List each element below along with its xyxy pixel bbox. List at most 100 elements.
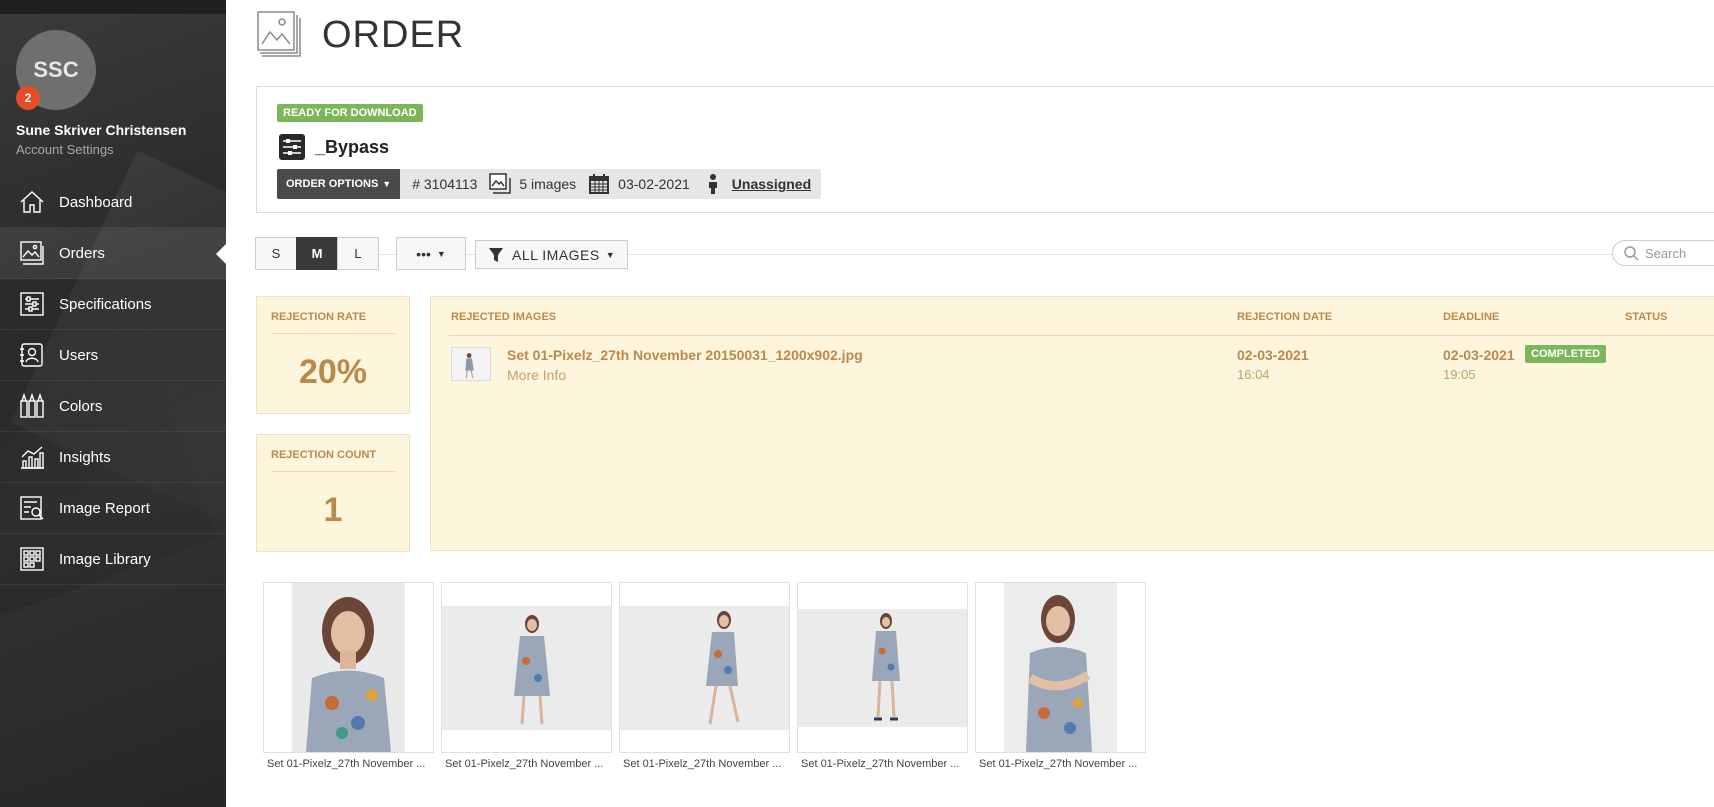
sidebar-item-label: Dashboard <box>59 193 133 211</box>
calendar-icon <box>589 174 610 194</box>
sidebar-nav: Dashboard Orders Specifications Users Co… <box>0 177 226 585</box>
sidebar-item-orders[interactable]: Orders <box>0 228 226 279</box>
sidebar-item-users[interactable]: Users <box>0 330 226 381</box>
sidebar-item-label: Image Report <box>59 499 150 517</box>
deadline-date-value: 02-03-2021 <box>1443 347 1515 363</box>
account-settings-link[interactable]: Account Settings <box>16 142 114 157</box>
specification-icon <box>279 134 305 160</box>
user-name: Sune Skriver Christensen <box>16 122 187 138</box>
thumbnail-caption: Set 01-Pixelz_27th November ... <box>801 758 960 770</box>
status-badge: COMPLETED <box>1525 345 1607 363</box>
image-grid: Set 01-Pixelz_27th November ... Set 01-P… <box>263 582 1153 770</box>
more-options-button[interactable]: ••• ▼ <box>396 237 466 270</box>
ready-for-download-badge: READY FOR DOWNLOAD <box>277 104 423 122</box>
thumbnail-caption: Set 01-Pixelz_27th November ... <box>267 758 426 770</box>
users-icon <box>18 341 46 369</box>
image-thumbnail[interactable]: Set 01-Pixelz_27th November ... <box>263 582 434 770</box>
images-icon <box>489 173 512 194</box>
rejected-file-name[interactable]: Set 01-Pixelz_27th November 20150031_120… <box>507 347 863 363</box>
thumbnail-size-group: S M L <box>255 237 379 270</box>
image-thumbnail[interactable]: Set 01-Pixelz_27th November ... <box>441 582 612 770</box>
model-photo <box>292 583 405 752</box>
filter-label: ALL IMAGES <box>512 246 600 263</box>
rejection-rate-card: REJECTION RATE 20% <box>256 296 410 414</box>
sidebar-item-label: Users <box>59 346 99 364</box>
more-dots-icon: ••• <box>416 245 431 262</box>
notification-badge[interactable]: 2 <box>16 86 40 110</box>
order-options-button[interactable]: ORDER OPTIONS ▼ <box>277 169 401 199</box>
thumbnail-caption: Set 01-Pixelz_27th November ... <box>623 758 782 770</box>
search-icon <box>1624 246 1639 261</box>
caret-down-icon: ▼ <box>605 249 616 260</box>
order-images-text: 5 images <box>519 176 577 192</box>
filter-all-images-button[interactable]: ALL IMAGES ▼ <box>475 240 629 269</box>
size-m-button[interactable]: M <box>296 237 338 270</box>
order-assignee[interactable]: Unassigned <box>702 173 821 195</box>
sidebar: SSC 2 Sune Skriver Christensen Account S… <box>0 0 226 807</box>
sidebar-item-label: Insights <box>59 448 111 466</box>
caret-down-icon: ▼ <box>382 179 392 189</box>
model-photo <box>1004 583 1117 752</box>
orders-icon <box>18 239 46 267</box>
order-options-label: ORDER OPTIONS <box>286 178 379 190</box>
size-l-button[interactable]: L <box>337 237 379 270</box>
insights-icon <box>18 443 46 471</box>
rejection-rate-value: 20% <box>298 353 368 391</box>
model-photo <box>620 605 789 730</box>
order-meta-bar: ORDER OPTIONS ▼ # 3104113 5 images 03-02… <box>277 169 822 199</box>
size-s-button[interactable]: S <box>255 237 297 270</box>
sidebar-item-label: Specifications <box>59 295 152 313</box>
sidebar-item-colors[interactable]: Colors <box>0 381 226 432</box>
gallery-icon <box>256 10 302 60</box>
rejection-rate-label: REJECTION RATE <box>271 311 367 323</box>
more-info-link[interactable]: More Info <box>507 367 566 383</box>
rejected-image-thumbnail[interactable] <box>451 347 491 381</box>
rejection-count-value: 1 <box>323 491 343 529</box>
search-input[interactable]: Search <box>1612 240 1714 266</box>
thumbnail-caption: Set 01-Pixelz_27th November ... <box>979 758 1138 770</box>
sidebar-item-image-library[interactable]: Image Library <box>0 534 226 585</box>
rejection-count-label: REJECTION COUNT <box>271 449 377 461</box>
sidebar-item-insights[interactable]: Insights <box>0 432 226 483</box>
image-thumbnail[interactable]: Set 01-Pixelz_27th November ... <box>619 582 790 770</box>
page-title: ORDER <box>322 14 465 56</box>
sidebar-item-label: Image Library <box>59 550 151 568</box>
main-content: ORDER READY FOR DOWNLOAD _Bypass ORDER O… <box>226 0 1714 807</box>
header-status: STATUS <box>1625 311 1668 323</box>
assignee-link[interactable]: Unassigned <box>732 176 811 192</box>
order-date: 03-02-2021 <box>588 173 690 195</box>
rejection-time-value: 16:04 <box>1237 367 1270 382</box>
order-number-text: # 3104113 <box>412 176 478 192</box>
person-icon <box>708 174 717 194</box>
rejection-count-card: REJECTION COUNT 1 <box>256 434 410 552</box>
header-deadline: DEADLINE <box>1443 311 1500 323</box>
order-card: READY FOR DOWNLOAD _Bypass ORDER OPTIONS… <box>256 86 1714 213</box>
order-images: 5 images <box>489 173 576 195</box>
deadline-time-value: 19:05 <box>1443 367 1476 382</box>
caret-down-icon: ▼ <box>436 248 446 259</box>
model-photo <box>442 605 611 730</box>
model-photo <box>798 608 967 727</box>
rejected-images-panel: REJECTED IMAGES REJECTION DATE DEADLINE … <box>430 296 1714 551</box>
thumbnail-caption: Set 01-Pixelz_27th November ... <box>445 758 604 770</box>
sidebar-item-label: Orders <box>59 244 105 262</box>
order-date-text: 03-02-2021 <box>618 176 690 192</box>
header-rejection-date: REJECTION DATE <box>1237 311 1333 323</box>
image-library-icon <box>18 545 46 573</box>
order-name: _Bypass <box>315 136 390 157</box>
sidebar-item-dashboard[interactable]: Dashboard <box>0 177 226 228</box>
image-report-icon <box>18 494 46 522</box>
image-thumbnail[interactable]: Set 01-Pixelz_27th November ... <box>975 582 1146 770</box>
image-thumbnail[interactable]: Set 01-Pixelz_27th November ... <box>797 582 968 770</box>
home-icon <box>18 188 46 216</box>
sidebar-item-specifications[interactable]: Specifications <box>0 279 226 330</box>
filter-icon <box>489 247 503 262</box>
order-number: # 3104113 <box>412 176 477 192</box>
sliders-icon <box>18 290 46 318</box>
rejection-date-value: 02-03-2021 <box>1237 347 1309 363</box>
sidebar-topbar <box>0 0 226 14</box>
sidebar-item-label: Colors <box>59 397 103 415</box>
search-placeholder: Search <box>1645 245 1687 261</box>
sidebar-item-image-report[interactable]: Image Report <box>0 483 226 534</box>
header-rejected-images: REJECTED IMAGES <box>451 311 557 323</box>
